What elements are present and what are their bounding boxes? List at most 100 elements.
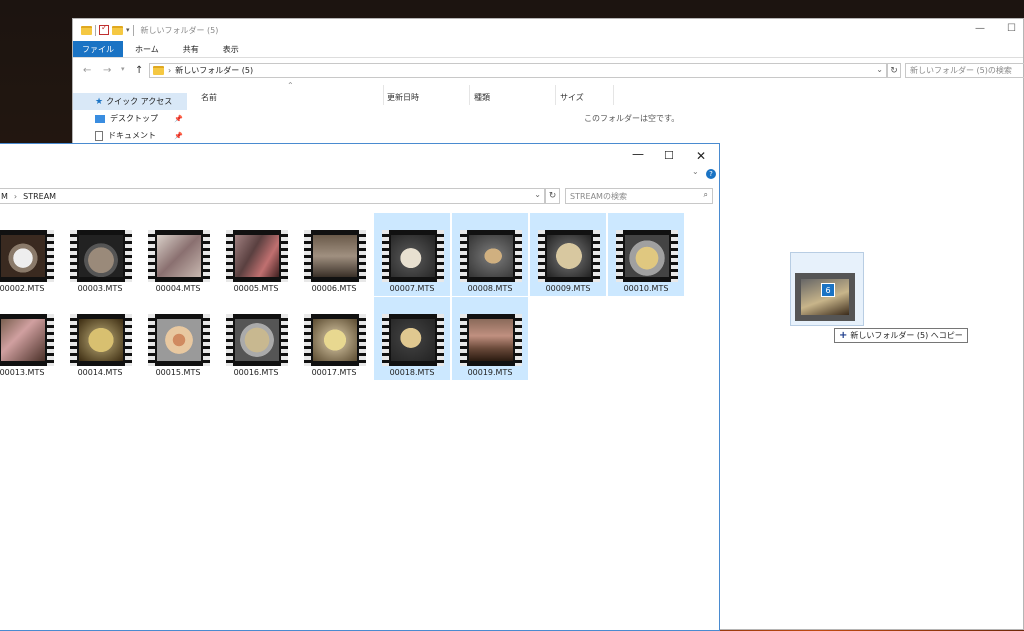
desktop-icon: [95, 114, 105, 123]
video-thumbnail: [70, 230, 132, 282]
video-thumbnail: [538, 230, 600, 282]
file-name: 00007.MTS: [389, 284, 435, 293]
file-item[interactable]: 00007.MTS: [374, 213, 450, 296]
tab-share[interactable]: 共有: [171, 41, 211, 57]
maximize-button[interactable]: ☐: [664, 149, 674, 162]
breadcrumb-parent[interactable]: M: [1, 192, 8, 201]
chevron-down-icon[interactable]: ⌄: [876, 65, 883, 74]
new-folder-icon[interactable]: [112, 25, 123, 35]
file-name: 00003.MTS: [77, 284, 123, 293]
minimize-button[interactable]: —: [632, 147, 644, 161]
ribbon-tabs: ファイル ホーム 共有 表示: [73, 41, 1023, 58]
file-name: 00016.MTS: [233, 368, 279, 377]
video-thumbnail: [382, 314, 444, 366]
navigation-pane: ★ クイック アクセス デスクトップ 📌 ドキュメント 📌: [73, 93, 187, 144]
column-header-name[interactable]: 名前: [201, 89, 217, 105]
file-name: 00018.MTS: [389, 368, 435, 377]
maximize-button[interactable]: ☐: [1007, 23, 1016, 34]
file-name: 00002.MTS: [0, 284, 45, 293]
file-item[interactable]: 00009.MTS: [530, 213, 606, 296]
folder-icon: [81, 25, 92, 35]
tab-file[interactable]: ファイル: [73, 41, 123, 57]
column-header-type[interactable]: 種類: [474, 89, 490, 105]
video-thumbnail: [304, 230, 366, 282]
address-bar[interactable]: M › STREAM ⌄: [0, 188, 545, 204]
video-thumbnail: [148, 314, 210, 366]
file-item[interactable]: 00003.MTS: [62, 213, 138, 296]
file-name: 00013.MTS: [0, 368, 45, 377]
video-thumbnail: [616, 230, 678, 282]
nav-item-documents[interactable]: ドキュメント 📌: [73, 127, 187, 144]
video-thumbnail: [226, 230, 288, 282]
file-name: 00017.MTS: [311, 368, 357, 377]
star-icon: ★: [95, 96, 104, 107]
drag-tooltip-text: 新しいフォルダー (5) へコピー: [850, 331, 963, 340]
file-item[interactable]: 00013.MTS: [0, 297, 60, 380]
divider: [555, 85, 556, 105]
document-icon: [95, 130, 103, 141]
tab-home[interactable]: ホーム: [123, 41, 171, 57]
video-thumbnail: [460, 230, 522, 282]
file-item[interactable]: 00008.MTS: [452, 213, 528, 296]
file-item[interactable]: 00010.MTS: [608, 213, 684, 296]
tab-view[interactable]: 表示: [211, 41, 251, 57]
drag-tooltip: + 新しいフォルダー (5) へコピー: [834, 328, 968, 343]
file-name: 00009.MTS: [545, 284, 591, 293]
search-icon: ⌕: [703, 190, 708, 199]
refresh-icon: ↻: [890, 65, 898, 76]
video-thumbnail: [226, 314, 288, 366]
file-item[interactable]: 00016.MTS: [218, 297, 294, 380]
chevron-down-icon[interactable]: ⌄: [692, 167, 699, 176]
window-title: 新しいフォルダー (5): [140, 25, 219, 35]
properties-icon[interactable]: [99, 23, 109, 35]
file-item[interactable]: 00005.MTS: [218, 213, 294, 296]
refresh-button[interactable]: ↻: [545, 188, 560, 204]
chevron-down-icon[interactable]: ▾: [126, 26, 130, 34]
forward-arrow-icon[interactable]: →: [103, 65, 111, 76]
file-item[interactable]: 00004.MTS: [140, 213, 216, 296]
search-input[interactable]: STREAMの検索 ⌕: [565, 188, 713, 204]
empty-folder-message: このフォルダーは空です。: [584, 114, 680, 123]
file-item[interactable]: 00015.MTS: [140, 297, 216, 380]
drag-ghost: 6: [790, 252, 864, 326]
file-name: 00004.MTS: [155, 284, 201, 293]
chevron-down-icon[interactable]: ▾: [121, 65, 125, 73]
up-arrow-icon[interactable]: ↑: [135, 65, 143, 76]
file-name: 00005.MTS: [233, 284, 279, 293]
nav-item-label: デスクトップ: [110, 114, 158, 123]
breadcrumb-current[interactable]: STREAM: [23, 192, 56, 201]
video-thumbnail: [0, 314, 54, 366]
file-item[interactable]: 00002.MTS: [0, 213, 60, 296]
nav-item-quick-access[interactable]: ★ クイック アクセス: [73, 93, 187, 110]
address-bar[interactable]: › 新しいフォルダー (5) ⌄: [149, 63, 887, 78]
nav-item-label: クイック アクセス: [106, 97, 173, 106]
back-arrow-icon[interactable]: ←: [83, 65, 91, 76]
explorer-window-stream[interactable]: — ☐ ✕ ⌄ ? M › STREAM ⌄ ↻ STREAMの検索 ⌕ 000…: [0, 143, 720, 631]
column-header-size[interactable]: サイズ: [560, 89, 584, 105]
file-item[interactable]: 00018.MTS: [374, 297, 450, 380]
chevron-right-icon: ›: [168, 66, 172, 75]
nav-item-label: ドキュメント: [108, 131, 156, 140]
divider: [613, 85, 614, 105]
file-item[interactable]: 00019.MTS: [452, 297, 528, 380]
column-header-date[interactable]: 更新日時: [387, 89, 419, 105]
pin-icon[interactable]: 📌: [174, 132, 183, 140]
video-thumbnail: [70, 314, 132, 366]
help-icon[interactable]: ?: [706, 169, 716, 179]
video-thumbnail: [304, 314, 366, 366]
file-item[interactable]: 00006.MTS: [296, 213, 372, 296]
drag-thumbnail: [795, 273, 855, 321]
sort-indicator-icon: ⌃: [287, 81, 294, 90]
file-item[interactable]: 00014.MTS: [62, 297, 138, 380]
chevron-down-icon[interactable]: ⌄: [534, 190, 541, 199]
close-button[interactable]: ✕: [696, 149, 706, 163]
file-name: 00006.MTS: [311, 284, 357, 293]
search-input[interactable]: 新しいフォルダー (5)の検索: [905, 63, 1024, 78]
refresh-button[interactable]: ↻: [887, 63, 901, 78]
minimize-button[interactable]: —: [975, 23, 985, 34]
pin-icon[interactable]: 📌: [174, 115, 183, 123]
nav-item-desktop[interactable]: デスクトップ 📌: [73, 110, 187, 127]
video-thumbnail: [148, 230, 210, 282]
file-item[interactable]: 00017.MTS: [296, 297, 372, 380]
navigation-bar: ← → ▾ ↑ › 新しいフォルダー (5) ⌄ ↻ 新しいフォルダー (5)の…: [73, 61, 1024, 81]
